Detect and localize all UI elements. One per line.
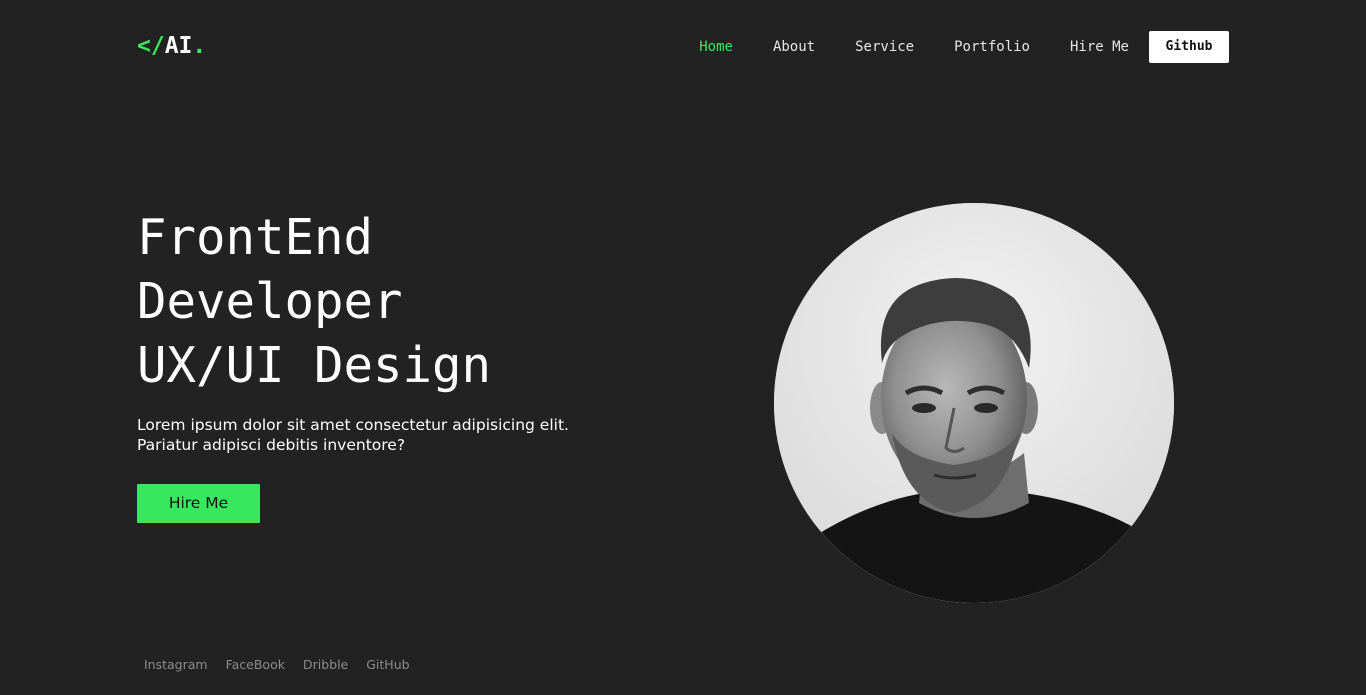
logo[interactable]: </AI.	[137, 31, 206, 61]
main-nav: Home About Service Portfolio Hire Me Git…	[699, 31, 1229, 63]
hire-me-button[interactable]: Hire Me	[137, 484, 260, 523]
portrait-photo	[774, 203, 1174, 603]
hero-description: Lorem ipsum dolor sit amet consectetur a…	[137, 415, 607, 455]
social-instagram[interactable]: Instagram	[144, 656, 208, 674]
nav-home[interactable]: Home	[699, 31, 733, 63]
social-github[interactable]: GitHub	[366, 656, 409, 674]
github-button[interactable]: Github	[1149, 31, 1229, 63]
hero-title-line: UX/UI Design	[137, 337, 492, 394]
nav-portfolio[interactable]: Portfolio	[954, 31, 1030, 63]
nav-about[interactable]: About	[773, 31, 815, 63]
social-links: Instagram FaceBook Dribble GitHub	[144, 656, 428, 674]
logo-name: AI	[164, 33, 193, 59]
nav-hire-me[interactable]: Hire Me	[1070, 31, 1129, 63]
hero-title-line: Developer	[137, 273, 403, 330]
logo-dot: .	[192, 33, 207, 59]
portrait-illustration	[774, 203, 1174, 603]
logo-brackets: </	[137, 33, 165, 59]
hero-description-line: Pariatur adipisci debitis inventore?	[137, 436, 406, 454]
social-facebook[interactable]: FaceBook	[226, 656, 285, 674]
hero-title: FrontEnd Developer UX/UI Design	[137, 206, 491, 398]
hero-description-line: Lorem ipsum dolor sit amet consectetur a…	[137, 416, 569, 434]
hero-title-line: FrontEnd	[137, 209, 374, 266]
social-dribble[interactable]: Dribble	[303, 656, 348, 674]
nav-service[interactable]: Service	[855, 31, 914, 63]
